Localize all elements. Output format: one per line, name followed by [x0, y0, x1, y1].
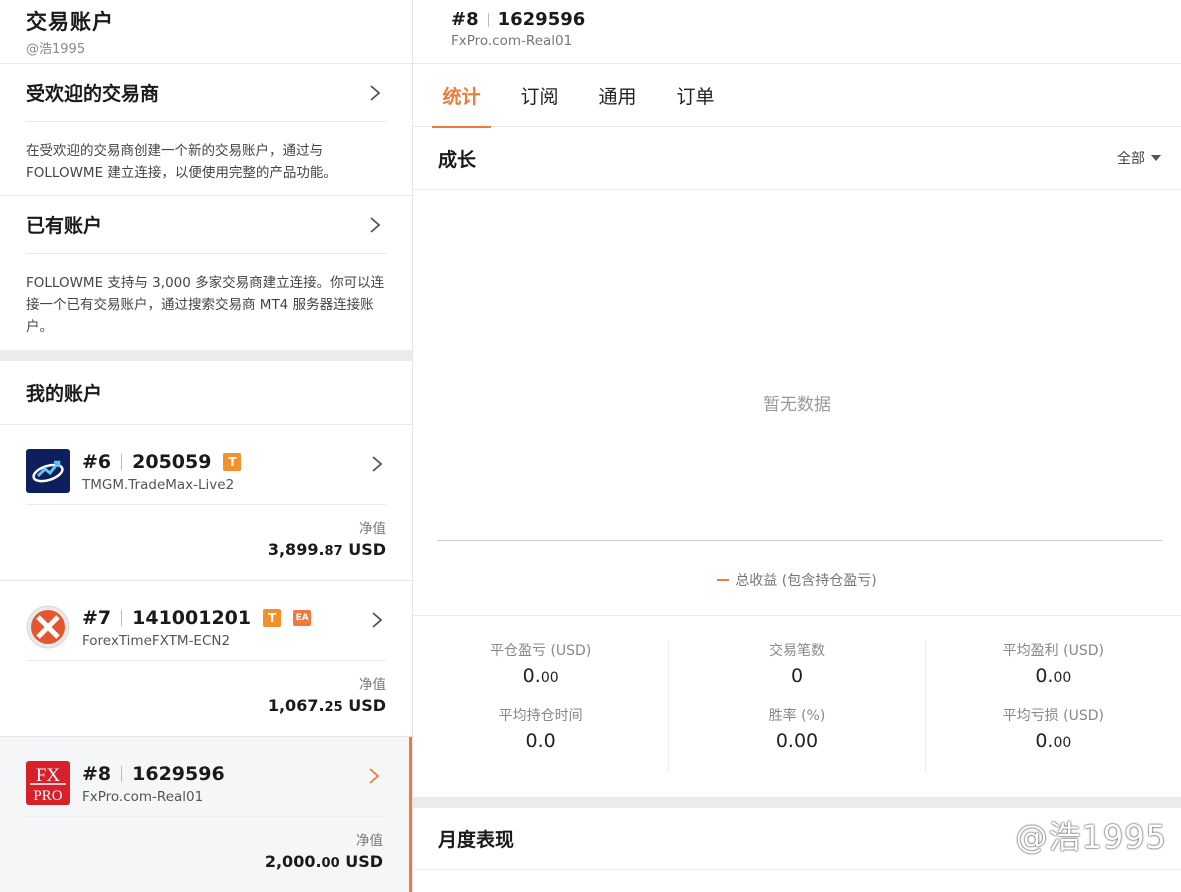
account-header: #8 1629596 FxPro.com-Real01: [413, 0, 1181, 64]
account-number: 1629596: [497, 9, 586, 30]
tab-general[interactable]: 通用: [588, 64, 647, 127]
stat-value: 0: [790, 665, 804, 687]
growth-header: 成长 全部: [413, 127, 1181, 190]
net-value: 3,899.87 USD: [267, 540, 386, 559]
chevron-right-icon: [363, 765, 385, 787]
net-value: 2,000.00 USD: [264, 852, 383, 871]
stat-label: 交易笔数: [768, 643, 825, 659]
existing-account-link[interactable]: 已有账户: [26, 196, 386, 254]
stat-label: 平均盈利 (USD): [1002, 643, 1104, 659]
stats-column: 交易笔数 0 胜率 (%) 0.00: [669, 640, 926, 772]
account-number: 1629596: [132, 763, 225, 785]
net-value-label: 净值: [359, 677, 386, 693]
page-title: 交易账户: [26, 10, 114, 34]
legend-swatch: [717, 579, 730, 581]
period-filter-value: 全部: [1117, 151, 1145, 167]
sidebar: 交易账户 @浩1995 受欢迎的交易商 在受欢迎的交易商创建一个新的交易账户，通…: [0, 0, 413, 892]
monthly-performance-title: 月度表现: [438, 829, 515, 851]
trader-badge: T: [223, 453, 242, 471]
net-value-label: 净值: [359, 521, 386, 537]
tab-bar: 统计 订阅 通用 订单: [413, 64, 1181, 128]
stat-label: 平均亏损 (USD): [1002, 708, 1104, 724]
stats-grid: 平仓盈亏 (USD) 0.00 平均持仓时间 0.0 交易笔数 0 胜率 (%)…: [413, 615, 1181, 797]
existing-account-description: FOLLOWME 支持与 3,000 多家交易商建立连接。你可以连接一个已有交易…: [26, 275, 385, 335]
svg-text:FX: FX: [36, 765, 61, 786]
chevron-right-icon: [364, 214, 386, 236]
popular-brokers-heading: 受欢迎的交易商: [26, 83, 160, 105]
fxpro-logo-icon: FX PRO: [26, 761, 70, 805]
account-index: #8: [82, 763, 112, 785]
existing-account-heading: 已有账户: [26, 215, 103, 237]
stat-value: 0.00: [775, 730, 819, 752]
popular-brokers-section: 受欢迎的交易商 在受欢迎的交易商创建一个新的交易账户，通过与 FOLLOWME …: [0, 64, 412, 196]
stat-label: 平均持仓时间: [498, 708, 583, 724]
empty-state-text: 暂无数据: [763, 395, 831, 415]
popular-brokers-link[interactable]: 受欢迎的交易商: [26, 64, 386, 122]
account-server: TMGM.TradeMax-Live2: [82, 477, 235, 493]
stat-value: 0.00: [1035, 665, 1072, 687]
fxtm-logo-icon: [26, 605, 70, 649]
account-server: FxPro.com-Real01: [451, 33, 573, 49]
chevron-right-icon: [364, 82, 386, 104]
stat-value: 0.00: [522, 665, 559, 687]
stat-label: 平仓盈亏 (USD): [490, 643, 592, 659]
chart-legend: 总收益 (包含持仓盈亏): [413, 570, 1181, 590]
divider: [0, 350, 412, 361]
account-server: ForexTimeFXTM-ECN2: [82, 633, 231, 649]
my-accounts-heading: 我的账户: [26, 383, 103, 405]
watermark: @浩1995: [1015, 818, 1167, 856]
net-value-label: 净值: [356, 833, 383, 849]
divider: [413, 797, 1181, 808]
account-server: FxPro.com-Real01: [82, 789, 204, 805]
tab-orders[interactable]: 订单: [666, 64, 725, 127]
account-index: #7: [82, 607, 112, 629]
stats-column: 平均盈利 (USD) 0.00 平均亏损 (USD) 0.00: [926, 640, 1181, 772]
trader-badge: T: [263, 609, 282, 627]
stat-value: 0.00: [1035, 730, 1072, 752]
account-item[interactable]: #6 205059 T TMGM.TradeMax-Live2 净值 3,899…: [0, 425, 412, 581]
account-number: 141001201: [132, 607, 252, 629]
tab-statistics[interactable]: 统计: [432, 64, 491, 128]
growth-chart: 暂无数据 总收益 (包含持仓盈亏): [413, 190, 1181, 615]
growth-title: 成长: [438, 148, 477, 171]
tmgm-logo-icon: [26, 449, 70, 493]
account-index: #6: [82, 451, 112, 473]
tab-subscriptions[interactable]: 订阅: [510, 64, 569, 127]
chart-x-axis: [437, 540, 1162, 541]
username: @浩1995: [26, 42, 86, 57]
my-accounts-header: 我的账户: [0, 361, 412, 425]
account-number: 205059: [132, 451, 212, 473]
caret-down-icon: [1151, 155, 1161, 161]
account-index: #8: [451, 9, 479, 30]
existing-account-section: 已有账户 FOLLOWME 支持与 3,000 多家交易商建立连接。你可以连接一…: [0, 196, 412, 350]
ea-badge: EA: [293, 610, 312, 626]
stat-value: 0.0: [525, 730, 556, 752]
popular-brokers-description: 在受欢迎的交易商创建一个新的交易账户，通过与 FOLLOWME 建立连接，以便使…: [26, 143, 337, 181]
account-item[interactable]: #7 141001201 T EA ForexTimeFXTM-ECN2 净值 …: [0, 581, 412, 737]
chevron-right-icon: [366, 609, 388, 631]
sidebar-header: 交易账户 @浩1995: [0, 0, 412, 64]
net-value: 1,067.25 USD: [267, 696, 386, 715]
legend-label: 总收益 (包含持仓盈亏): [735, 573, 877, 589]
account-detail-panel: #8 1629596 FxPro.com-Real01 统计 订阅 通用 订单 …: [413, 0, 1181, 892]
period-filter-dropdown[interactable]: 全部: [1117, 148, 1161, 168]
stat-label: 胜率 (%): [768, 708, 826, 724]
account-item-active[interactable]: FX PRO #8 1629596 FxPro.com-Real01 净值 2,…: [0, 737, 412, 892]
svg-text:PRO: PRO: [33, 788, 62, 804]
chevron-right-icon: [366, 453, 388, 475]
stats-column: 平仓盈亏 (USD) 0.00 平均持仓时间 0.0: [413, 640, 670, 772]
